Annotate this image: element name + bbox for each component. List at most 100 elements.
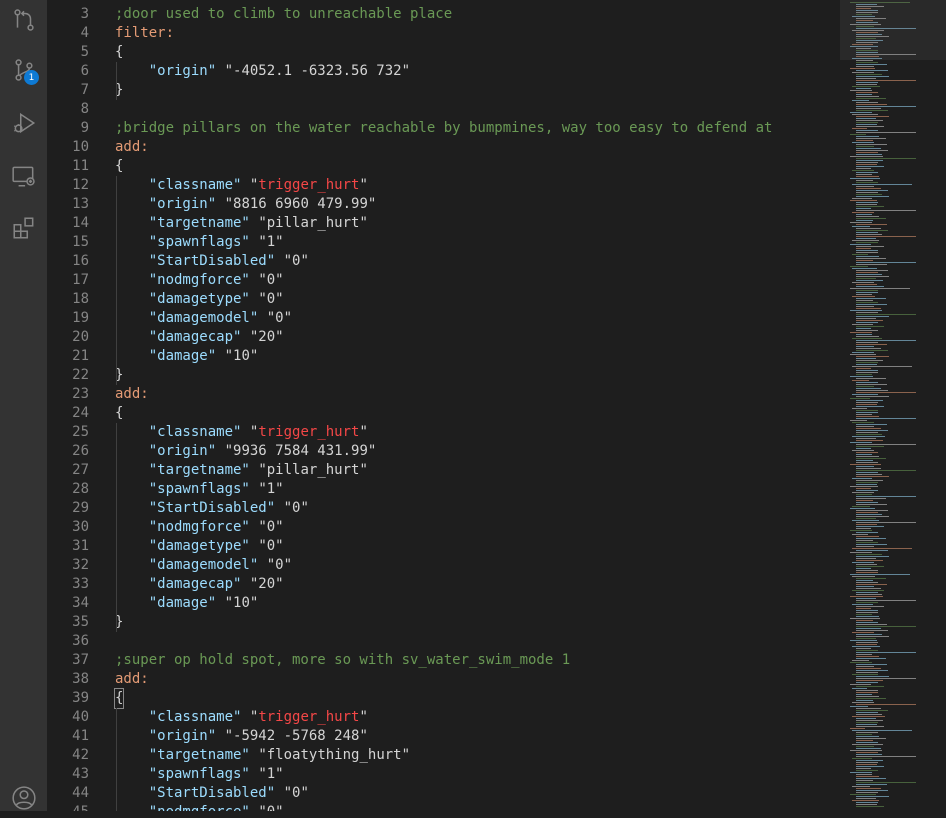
code-line[interactable]: 12 "classname" "trigger_hurt" [47,176,840,195]
code-line[interactable]: 17 "nodmgforce" "0" [47,271,840,290]
minimap-line [856,770,878,771]
minimap-line [856,192,878,193]
code-editor[interactable]: 3 ;door used to climb to unreachable plac… [47,0,840,811]
key-value: "origin" "-4052.1 -6323.56 732" [115,62,410,81]
minimap-line [856,494,872,495]
code-line[interactable]: 41 "origin" "-5942 -5768 248" [47,727,840,746]
line-number: 26 [72,443,89,459]
code-line[interactable]: 24 { [47,404,840,423]
code-line[interactable]: 43 "spawnflags" "1" [47,765,840,784]
extensions-icon[interactable] [0,208,47,248]
minimap-line [852,72,874,73]
code-line[interactable]: 4 filter: [47,24,840,43]
code-line[interactable]: 13 "origin" "8816 6960 479.99" [47,195,840,214]
minimap-line [856,490,878,491]
minimap-line [856,634,882,635]
code-line[interactable]: 11 { [47,157,840,176]
code-line[interactable]: 18 "damagetype" "0" [47,290,840,309]
code-line[interactable]: 23 add: [47,385,840,404]
minimap-line [852,646,880,647]
minimap-line [856,704,916,705]
code-line[interactable]: 21 "damage" "10" [47,347,840,366]
minimap-line [856,292,878,293]
attribute-value: "1" [258,766,284,782]
code-line[interactable]: 34 "damage" "10" [47,594,840,613]
minimap-line [856,158,916,159]
code-line[interactable]: 37 ;super op hold spot, more so with sv_w… [47,651,840,670]
code-line[interactable]: 25 "classname" "trigger_hurt" [47,423,840,442]
code-line[interactable]: 20 "damagecap" "20" [47,328,840,347]
key-value: "StartDisabled" "0" [115,499,309,518]
code-line[interactable]: 29 "StartDisabled" "0" [47,499,840,518]
minimap-line [856,458,886,459]
comment: ;super op hold spot, more so with sv_wat… [115,652,571,668]
minimap-line [856,796,889,797]
code-line[interactable]: 42 "targetname" "floatything_hurt" [47,746,840,765]
line-number: 38 [72,671,89,687]
attribute-key: "damagetype" [148,291,250,307]
minimap-line [856,580,873,581]
minimap-line [856,780,873,781]
remote-explorer-icon[interactable] [0,156,47,196]
code-line[interactable]: 9 ;bridge pillars on the water reachable … [47,119,840,138]
attribute-key: "classname" [148,177,242,193]
minimap-line [850,662,872,663]
code-line[interactable]: 35} [47,613,840,632]
attribute-key: "origin" [148,728,217,744]
minimap-line [856,546,874,547]
code-line[interactable]: 26 "origin" "9936 7584 431.99" [47,442,840,461]
attribute-value: "10" [224,348,259,364]
code-line[interactable]: 7} [47,81,840,100]
minimap-line [852,688,867,689]
code-line[interactable]: 8 [47,100,840,119]
minimap-line [856,62,878,63]
code-line[interactable]: 45 "nodmgforce" "0" [47,803,840,811]
code-line[interactable]: 10 add: [47,138,840,157]
account-icon[interactable] [0,778,47,818]
code-line[interactable]: 27 "targetname" "pillar_hurt" [47,461,840,480]
section-key: add: [115,386,149,402]
code-line[interactable]: 14 "targetname" "pillar_hurt" [47,214,840,233]
minimap-line [850,684,871,685]
code-line[interactable]: 30 "nodmgforce" "0" [47,518,840,537]
minimap-line [856,560,883,561]
line-number: 34 [72,595,89,611]
minimap-line [856,286,884,287]
code-line[interactable]: 5{ [47,43,840,62]
minimap-line [856,568,871,569]
minimap-line [856,148,881,149]
code-line[interactable]: 44 "StartDisabled" "0" [47,784,840,803]
line-number: 42 [72,747,89,763]
minimap-line [856,306,874,307]
run-debug-icon[interactable] [0,103,47,143]
code-line[interactable]: 16 "StartDisabled" "0" [47,252,840,271]
minimap-slider[interactable] [840,0,946,60]
key-value: "damage" "10" [115,347,259,366]
source-control-icon[interactable] [0,0,47,40]
attribute-key: "nodmgforce" [148,272,250,288]
minimap-line [856,514,882,515]
minimap-line [856,472,878,473]
branch-icon[interactable] [0,50,47,90]
code-line[interactable]: 22} [47,366,840,385]
code-line[interactable]: 15 "spawnflags" "1" [47,233,840,252]
code-line[interactable]: 31 "damagetype" "0" [47,537,840,556]
attribute-value: "floatything_hurt" [258,747,411,763]
code-line[interactable]: 38 add: [47,670,840,689]
minimap[interactable] [840,0,946,811]
minimap-line [852,198,872,199]
minimap-line [856,698,886,699]
minimap-line [856,188,881,189]
code-line[interactable]: 3 ;door used to climb to unreachable plac… [47,5,840,24]
attribute-key: "classname" [148,424,242,440]
code-line[interactable]: 40 "classname" "trigger_hurt" [47,708,840,727]
minimap-line [856,382,878,383]
code-line[interactable]: 32 "damagemodel" "0" [47,556,840,575]
code-line[interactable]: 36 [47,632,840,651]
code-line[interactable]: 33 "damagecap" "20" [47,575,840,594]
code-line[interactable]: 28 "spawnflags" "1" [47,480,840,499]
code-line[interactable]: 6 "origin" "-4052.1 -6323.56 732" [47,62,840,81]
code-line[interactable]: 19 "damagemodel" "0" [47,309,840,328]
line-number: 40 [72,709,89,725]
code-line[interactable]: 39 { [47,688,840,709]
